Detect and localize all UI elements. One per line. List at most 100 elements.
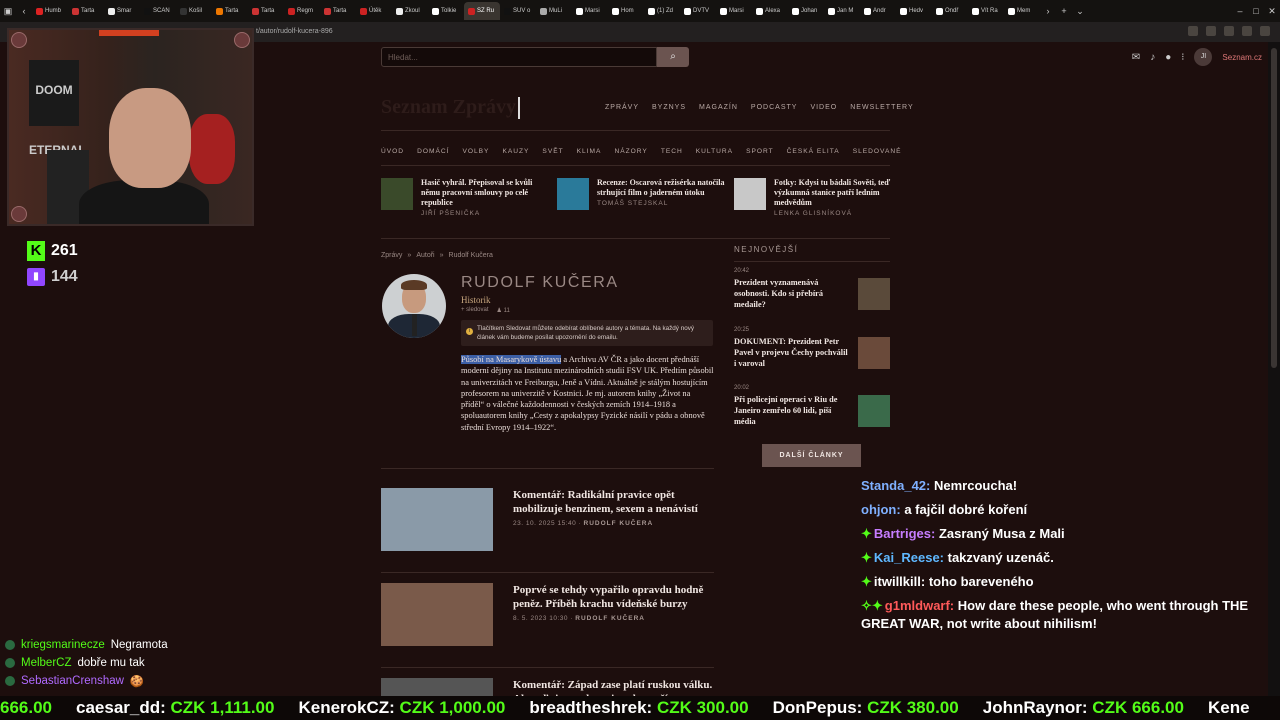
avatar[interactable]: JI [1194, 48, 1213, 66]
scrollbar-thumb[interactable] [1271, 48, 1277, 368]
browser-tab[interactable]: Zkoul [392, 2, 428, 20]
section-nav-link[interactable]: SVĚT [542, 148, 563, 155]
browser-tab[interactable]: SCAN [140, 2, 176, 20]
tab-scroll-right-icon[interactable]: › [1040, 6, 1056, 16]
browser-tab[interactable]: Košil [176, 2, 212, 20]
main-nav-link[interactable]: MAGAZÍN [699, 104, 738, 111]
tab-scroll-left-icon[interactable]: ‹ [16, 6, 32, 16]
tab-list-icon[interactable]: ⌄ [1072, 6, 1088, 17]
section-nav-link[interactable]: NÁZORY [614, 148, 647, 155]
browser-tab[interactable]: SZ Ru [464, 2, 500, 20]
bookmark-star-icon[interactable] [1224, 26, 1234, 36]
browser-tab[interactable]: Ondř [932, 2, 968, 20]
browser-tab[interactable]: Hom [608, 2, 644, 20]
browser-tab[interactable]: DVTV [680, 2, 716, 20]
section-nav-link[interactable]: KAUZY [502, 148, 529, 155]
article-title[interactable]: Poprvé se tehdy vypařilo opravdu hodně p… [513, 583, 713, 611]
latest-item[interactable]: 20:25 DOKUMENT: Prezident Petr Pavel v pr… [734, 327, 890, 369]
section-nav-link[interactable]: TECH [661, 148, 683, 155]
promo-title[interactable]: Hasič vyhrál. Přepisoval se kvůli němu p… [421, 178, 551, 208]
chat-badge-icon: ✦ [861, 550, 872, 565]
profile-icon[interactable] [1242, 26, 1252, 36]
browser-tab[interactable]: Alexa [752, 2, 788, 20]
main-nav-link[interactable]: ZPRÁVY [605, 104, 639, 111]
browser-tab[interactable]: Vít Ra [968, 2, 1004, 20]
browser-tab[interactable]: Marsi [572, 2, 608, 20]
section-nav-link[interactable]: SPORT [746, 148, 774, 155]
user-toolbar: ✉ ♪ ● ⁝ JI Seznam.cz [1132, 48, 1262, 66]
close-window-icon[interactable]: ✕ [1264, 6, 1280, 17]
browser-tab[interactable]: Regm [284, 2, 320, 20]
browser-tab[interactable]: MuLi [536, 2, 572, 20]
article-item[interactable]: Komentář: Radikální pravice opět mobiliz… [381, 488, 713, 551]
latest-item[interactable]: 20:42 Prezident vyznamenává osobnosti. Kd… [734, 268, 890, 310]
main-nav-link[interactable]: NEWSLETTERY [850, 104, 913, 111]
browser-tab[interactable]: Tolkie [428, 2, 464, 20]
browser-tab[interactable]: Tarta [248, 2, 284, 20]
browser-tab[interactable]: Smar [104, 2, 140, 20]
grid-icon[interactable]: ⁝ [1181, 52, 1184, 63]
article-image[interactable] [381, 488, 493, 551]
main-nav-link[interactable]: PODCASTY [751, 104, 798, 111]
section-nav-link[interactable]: SLEDOVANÉ [853, 148, 902, 155]
promo-title[interactable]: Fotky: Kdysi tu bádali Sověti, teď výzku… [774, 178, 904, 208]
browser-tab[interactable]: Mem [1004, 2, 1040, 20]
browser-tab[interactable]: Marsi [716, 2, 752, 20]
promo-title[interactable]: Recenze: Oscarová režisérka natočila str… [597, 178, 727, 198]
browser-tab[interactable]: Humb [32, 2, 68, 20]
article-author[interactable]: RUDOLF KUČERA [584, 520, 654, 527]
more-articles-button[interactable]: DALŠÍ ČLÁNKY [762, 444, 861, 467]
chat-username: MelberCZ [21, 657, 72, 669]
promo-item[interactable]: Fotky: Kdysi tu bádali Sověti, teď výzku… [734, 178, 904, 217]
main-nav-link[interactable]: VIDEO [810, 104, 837, 111]
section-nav-link[interactable]: VOLBY [462, 148, 489, 155]
browser-tab[interactable]: Hedv [896, 2, 932, 20]
site-logo[interactable]: Seznam Zprávy [381, 96, 520, 120]
promo-item[interactable]: Hasič vyhrál. Přepisoval se kvůli němu p… [381, 178, 551, 217]
seznam-link[interactable]: Seznam.cz [1222, 53, 1262, 62]
minimize-icon[interactable]: – [1232, 6, 1248, 16]
follow-button[interactable]: + sledovat [461, 307, 489, 314]
breadcrumb-item[interactable]: Zprávy [381, 252, 402, 259]
section-nav-link[interactable]: ČESKÁ ELITA [787, 148, 840, 155]
browser-tab[interactable]: Útěk [356, 2, 392, 20]
browser-tab[interactable]: SUV o [500, 2, 536, 20]
breadcrumb-item[interactable]: Autoři [416, 252, 434, 259]
article-author[interactable]: RUDOLF KUČERA [575, 615, 645, 622]
promo-item[interactable]: Recenze: Oscarová režisérka natočila str… [557, 178, 727, 210]
browser-tab[interactable]: Tarta [68, 2, 104, 20]
section-nav-link[interactable]: DOMÁCÍ [417, 148, 449, 155]
translate-icon[interactable] [1206, 26, 1216, 36]
maximize-icon[interactable]: □ [1248, 6, 1264, 16]
article-title[interactable]: Komentář: Radikální pravice opět mobiliz… [513, 488, 713, 516]
browser-tab[interactable]: Tarta [320, 2, 356, 20]
browser-tab[interactable]: Tarta [212, 2, 248, 20]
page-scrollbar[interactable] [1268, 42, 1280, 720]
chat-icon[interactable]: ● [1165, 52, 1171, 63]
bell-icon[interactable]: ♪ [1150, 52, 1155, 63]
browser-tab[interactable]: Andr [860, 2, 896, 20]
latest-item[interactable]: 20:02 Při policejní operaci v Riu de Jane… [734, 385, 890, 427]
browser-tab[interactable]: Jan M [824, 2, 860, 20]
tab-actions-icon[interactable]: ▣ [0, 6, 16, 17]
url-text[interactable]: t/autor/rudolf-kucera-896 [256, 28, 333, 35]
search-input[interactable]: Hledat... [381, 47, 657, 67]
new-tab-icon[interactable]: + [1056, 6, 1072, 16]
search-button[interactable]: ⌕ [657, 47, 689, 67]
browser-tab[interactable]: Johan [788, 2, 824, 20]
latest-title[interactable]: Při policejní operaci v Riu de Janeiro z… [734, 394, 852, 427]
latest-title[interactable]: DOKUMENT: Prezident Petr Pavel v projevu… [734, 336, 852, 369]
section-nav-link[interactable]: KLIMA [577, 148, 602, 155]
breadcrumb-item[interactable]: Rudolf Kučera [449, 252, 493, 259]
section-nav-link[interactable]: KULTURA [696, 148, 733, 155]
article-image[interactable] [381, 583, 493, 646]
chat-text: Nemrcoucha! [930, 478, 1018, 493]
main-nav-link[interactable]: BYZNYS [652, 104, 686, 111]
section-nav-link[interactable]: ÚVOD [381, 148, 404, 155]
menu-icon[interactable] [1260, 26, 1270, 36]
extension-icon[interactable] [1188, 26, 1198, 36]
article-item[interactable]: Poprvé se tehdy vypařilo opravdu hodně p… [381, 583, 713, 646]
latest-title[interactable]: Prezident vyznamenává osobnosti. Kdo si … [734, 277, 852, 310]
mail-icon[interactable]: ✉ [1132, 52, 1140, 63]
browser-tab[interactable]: (1) Zd [644, 2, 680, 20]
